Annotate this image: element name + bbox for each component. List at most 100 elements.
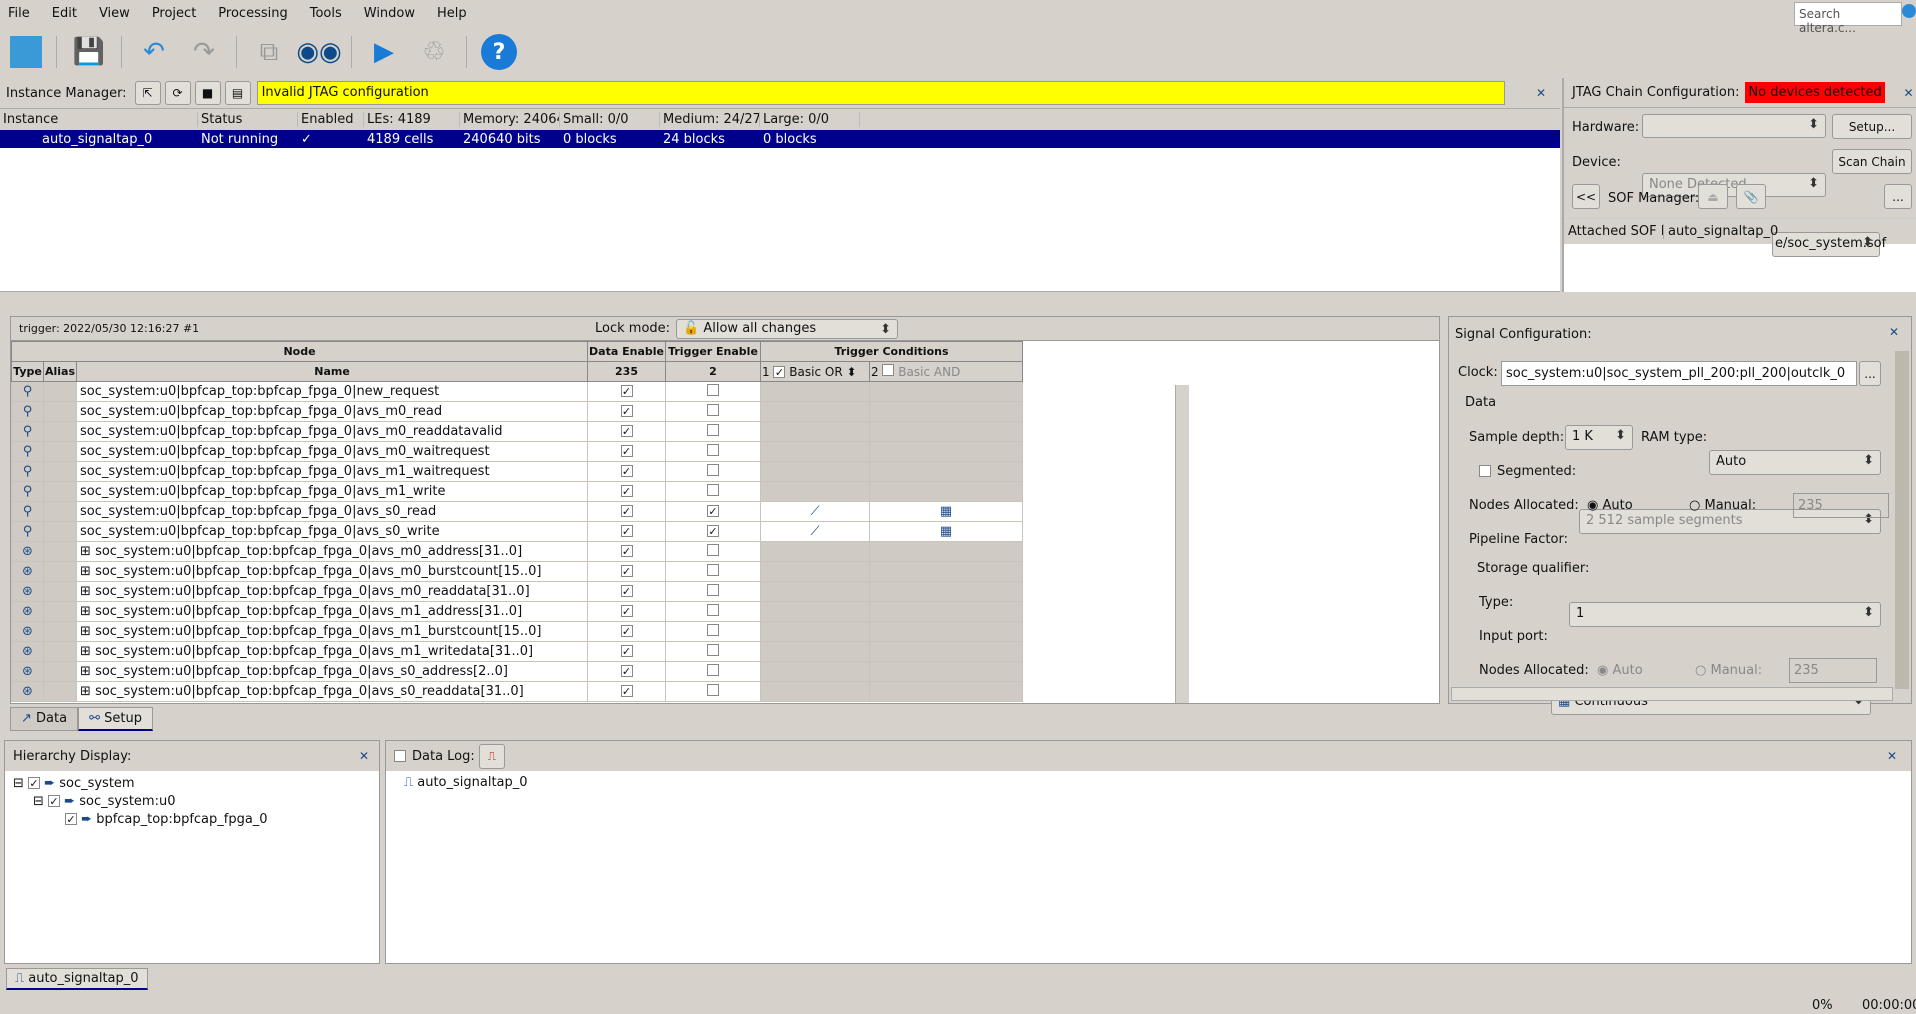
tc2-cell[interactable] xyxy=(869,541,1023,562)
column-header[interactable]: Large: 0/0 xyxy=(760,112,860,127)
tab-setup[interactable]: ⚯ Setup xyxy=(78,707,153,731)
stop-icon[interactable]: ■ xyxy=(194,81,221,105)
data-enable-checkbox[interactable]: ✓ xyxy=(620,605,633,617)
instance-cell-enabled[interactable]: ✓ xyxy=(298,132,364,147)
trigger-enable-checkbox[interactable] xyxy=(707,463,719,476)
data-enable-checkbox[interactable]: ✓ xyxy=(620,645,633,657)
signal-row[interactable]: ⊛ ⊞ soc_system:u0|bpfcap_top:bpfcap_fpga_… xyxy=(11,581,1023,602)
save-icon[interactable]: 💾 xyxy=(71,34,107,70)
tc2-cell[interactable] xyxy=(869,621,1023,642)
program-icon[interactable]: ⏏ xyxy=(1698,184,1728,209)
sample-depth-select[interactable]: 1 K xyxy=(1565,425,1633,450)
tc1-cell[interactable] xyxy=(760,581,870,602)
tc1-cell[interactable] xyxy=(760,381,870,402)
signal-name[interactable]: ⊞ soc_system:u0|bpfcap_top:bpfcap_fpga_0… xyxy=(76,601,588,622)
tc2-cell[interactable] xyxy=(869,561,1023,582)
pointer-icon[interactable]: ⇱ xyxy=(134,81,161,105)
close-icon[interactable]: ✕ xyxy=(1536,86,1546,100)
trigger-enable-checkbox[interactable] xyxy=(707,603,719,616)
column-header[interactable]: Small: 0/0 xyxy=(560,112,660,127)
tc2-cell[interactable] xyxy=(869,581,1023,602)
expand-icon[interactable]: ⊞ xyxy=(80,564,91,579)
alias-cell[interactable] xyxy=(42,581,78,602)
tree-item[interactable]: ✓ ➨ bpfcap_top:bpfcap_fpga_0 xyxy=(13,811,371,829)
trigger-condition-2[interactable]: 2 Basic AND xyxy=(869,361,1023,382)
column-header[interactable]: Enabled xyxy=(298,112,364,127)
data-enable-checkbox[interactable]: ✓ xyxy=(620,385,633,397)
sq-manual-radio[interactable]: ○ Manual: xyxy=(1695,663,1762,678)
tc1-cell[interactable] xyxy=(760,561,870,582)
expand-icon[interactable]: ⊞ xyxy=(80,544,91,559)
undo-icon[interactable]: ↶ xyxy=(136,34,172,70)
expand-icon[interactable]: ⊞ xyxy=(80,584,91,599)
rising-edge-icon[interactable]: ⟋ xyxy=(760,501,870,522)
signal-row[interactable]: ⚲ soc_system:u0|bpfcap_top:bpfcap_fpga_0|… xyxy=(11,461,1023,482)
signal-name[interactable]: soc_system:u0|bpfcap_top:bpfcap_fpga_0|a… xyxy=(76,421,588,442)
tc1-cell[interactable] xyxy=(760,601,870,622)
data-enable-checkbox[interactable]: ✓ xyxy=(620,585,633,597)
lock-mode-select[interactable]: 🔓 Allow all changes xyxy=(676,318,899,339)
tc1-cell[interactable] xyxy=(760,641,870,662)
vertical-scrollbar[interactable] xyxy=(1175,385,1189,703)
tc2-checkbox[interactable] xyxy=(882,364,895,376)
data-enable-checkbox[interactable]: ✓ xyxy=(620,505,633,517)
expand-icon[interactable]: ⊞ xyxy=(80,684,91,699)
alias-cell[interactable] xyxy=(42,561,78,582)
globe-icon[interactable] xyxy=(1902,4,1916,18)
column-header[interactable]: Medium: 24/27 xyxy=(660,112,760,127)
tc2-cell[interactable] xyxy=(869,661,1023,682)
alias-cell[interactable] xyxy=(42,501,78,522)
expand-icon[interactable]: ⊞ xyxy=(80,624,91,639)
refresh-icon[interactable]: ⟳ xyxy=(164,81,191,105)
trigger-enable-checkbox[interactable] xyxy=(707,683,719,696)
alias-cell[interactable] xyxy=(42,601,78,622)
setup-button[interactable]: Setup... xyxy=(1832,114,1912,139)
tc1-cell[interactable] xyxy=(760,681,870,702)
signal-name[interactable]: ⊞ soc_system:u0|bpfcap_top:bpfcap_fpga_0… xyxy=(76,581,588,602)
netlist-icon[interactable]: ⧉ xyxy=(251,34,287,70)
search-input[interactable]: Search altera.c... xyxy=(1794,2,1902,35)
signal-name[interactable]: soc_system:u0|bpfcap_top:bpfcap_fpga_0|a… xyxy=(76,461,588,482)
signal-row[interactable]: ⊛ ⊞ soc_system:u0|bpfcap_top:bpfcap_fpga_… xyxy=(11,601,1023,622)
signal-row[interactable]: ⚲ soc_system:u0|bpfcap_top:bpfcap_fpga_0|… xyxy=(11,381,1023,402)
menu-window[interactable]: Window xyxy=(364,6,415,21)
scan-chain-button[interactable]: Scan Chain xyxy=(1832,149,1912,174)
trigger-condition-1[interactable]: 1 ✓ Basic OR ⬍ xyxy=(760,361,870,382)
signal-row[interactable]: ⊛ ⊞ soc_system:u0|bpfcap_top:bpfcap_fpga_… xyxy=(11,641,1023,662)
browse-sof-button[interactable]: ... xyxy=(1884,184,1912,209)
tree-item[interactable]: ⊟ ✓ ➨ soc_system:u0 xyxy=(13,793,371,811)
signal-row[interactable]: ⚲ soc_system:u0|bpfcap_top:bpfcap_fpga_0|… xyxy=(11,521,1023,542)
alias-cell[interactable] xyxy=(42,401,78,422)
tc1-cell[interactable] xyxy=(760,661,870,682)
tc1-cell[interactable] xyxy=(760,401,870,422)
data-enable-checkbox[interactable]: ✓ xyxy=(620,425,633,437)
collapse-button[interactable]: << xyxy=(1572,184,1600,209)
alias-cell[interactable] xyxy=(42,661,78,682)
tc2-cell[interactable] xyxy=(869,481,1023,502)
run-icon[interactable]: ▶ xyxy=(366,34,402,70)
signal-row[interactable]: ⚲ soc_system:u0|bpfcap_top:bpfcap_fpga_0|… xyxy=(11,441,1023,462)
trigger-enable-checkbox[interactable] xyxy=(707,383,719,396)
data-enable-checkbox[interactable]: ✓ xyxy=(620,545,633,557)
close-icon[interactable]: ✕ xyxy=(1887,749,1897,763)
signal-name[interactable]: soc_system:u0|bpfcap_top:bpfcap_fpga_0|a… xyxy=(76,521,588,542)
pipeline-factor-select[interactable]: 1 xyxy=(1569,602,1881,627)
dont-care-icon[interactable]: ▦ xyxy=(869,501,1023,522)
signal-name[interactable]: ⊞ soc_system:u0|bpfcap_top:bpfcap_fpga_0… xyxy=(76,681,588,702)
signal-name[interactable]: ⊞ soc_system:u0|bpfcap_top:bpfcap_fpga_0… xyxy=(76,621,588,642)
trigger-enable-checkbox[interactable] xyxy=(707,583,719,596)
clock-field[interactable]: soc_system:u0|soc_system_pll_200:pll_200… xyxy=(1501,361,1857,386)
alias-cell[interactable] xyxy=(42,461,78,482)
menu-view[interactable]: View xyxy=(99,6,130,21)
menu-processing[interactable]: Processing xyxy=(218,6,287,21)
trigger-enable-checkbox[interactable]: ✓ xyxy=(707,525,719,537)
tree-item[interactable]: ⊟ ✓ ➨ soc_system xyxy=(13,775,371,793)
trigger-enable-checkbox[interactable] xyxy=(707,483,719,496)
tc2-cell[interactable] xyxy=(869,461,1023,482)
segmented-checkbox[interactable] xyxy=(1479,465,1491,477)
read-data-icon[interactable]: ▤ xyxy=(224,81,251,105)
close-icon[interactable]: ✕ xyxy=(1903,86,1913,100)
column-header[interactable]: LEs: 4189 xyxy=(364,112,460,127)
signal-name[interactable]: ⊞ soc_system:u0|bpfcap_top:bpfcap_fpga_0… xyxy=(76,541,588,562)
instance-tab[interactable]: ⎍ auto_signaltap_0 xyxy=(6,968,148,990)
